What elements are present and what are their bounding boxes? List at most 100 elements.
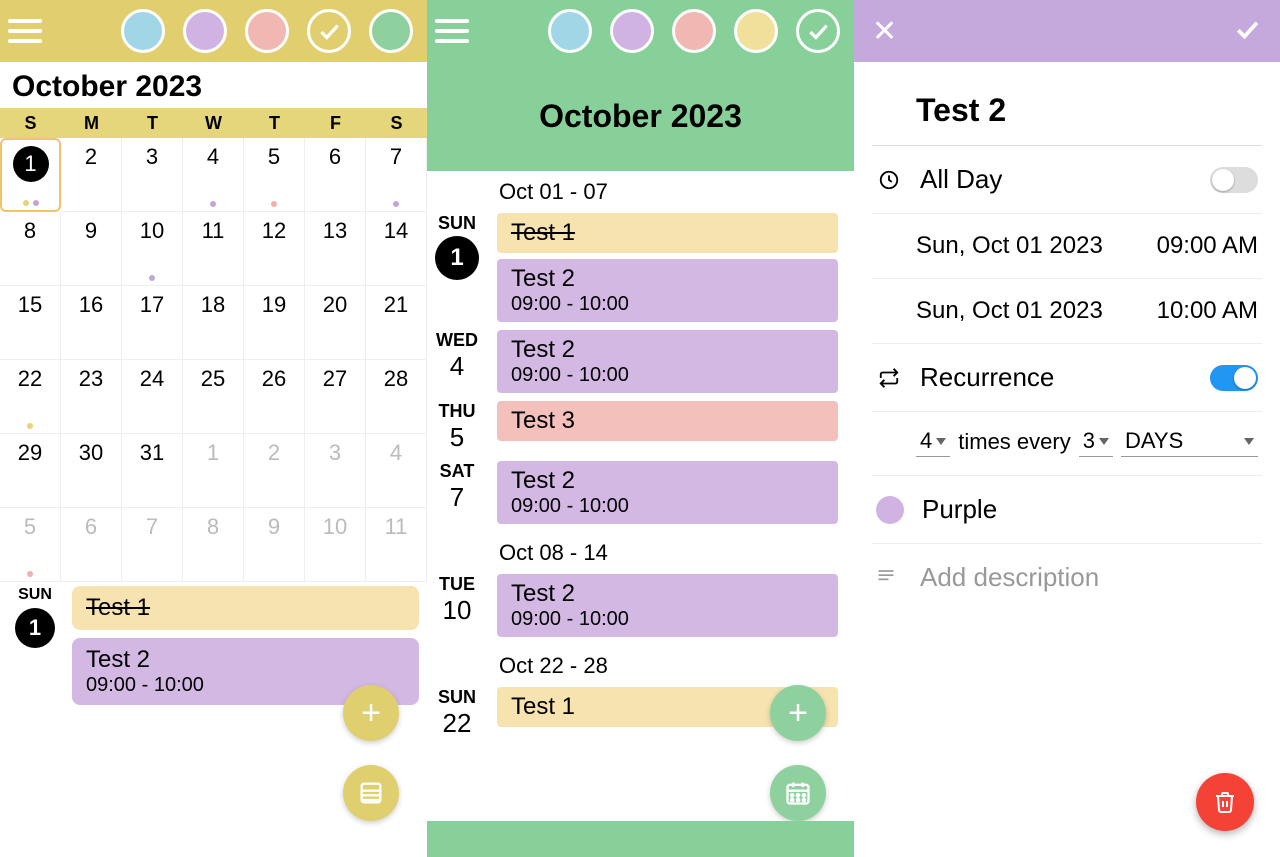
list-day-label: WED4 xyxy=(427,330,487,382)
event-card[interactable]: Test 209:00 - 10:00 xyxy=(497,330,838,393)
month-title[interactable]: October 2023 xyxy=(0,62,427,108)
calendar-cell[interactable]: 24 xyxy=(122,360,183,434)
week-range-label: Oct 22 - 28 xyxy=(427,645,838,687)
calendar-cell[interactable]: 16 xyxy=(61,286,122,360)
calendar-cell[interactable]: 19 xyxy=(244,286,305,360)
calendar-cell[interactable]: 28 xyxy=(366,360,427,434)
calendar-cell[interactable]: 25 xyxy=(183,360,244,434)
calendar-cell[interactable]: 9 xyxy=(244,508,305,582)
calendar-cell[interactable]: 15 xyxy=(0,286,61,360)
week-range-label: Oct 01 - 07 xyxy=(427,171,838,213)
calendar-cell[interactable]: 4 xyxy=(183,138,244,212)
detail-daynum: 1 xyxy=(15,608,55,648)
filter-dot-blue[interactable] xyxy=(121,9,165,53)
color-swatch xyxy=(876,496,904,524)
end-time[interactable]: 10:00 AM xyxy=(1157,297,1258,325)
calendar-cell[interactable]: 6 xyxy=(305,138,366,212)
filter-dot-blue[interactable] xyxy=(548,9,592,53)
calendar-cell[interactable]: 5 xyxy=(0,508,61,582)
add-event-fab[interactable]: + xyxy=(343,685,399,741)
description-row[interactable]: Add description xyxy=(872,544,1262,611)
start-datetime-row[interactable]: Sun, Oct 01 2023 09:00 AM xyxy=(872,214,1262,279)
add-event-fab[interactable]: + xyxy=(770,685,826,741)
calendar-cell[interactable]: 30 xyxy=(61,434,122,508)
end-date[interactable]: Sun, Oct 01 2023 xyxy=(916,297,1139,325)
filter-dot-pink[interactable] xyxy=(672,9,716,53)
calendar-cell[interactable]: 1 xyxy=(0,138,61,212)
event-card[interactable]: Test 1 xyxy=(497,213,838,253)
calendar-cell[interactable]: 26 xyxy=(244,360,305,434)
start-time[interactable]: 09:00 AM xyxy=(1157,232,1258,260)
calendar-cell[interactable]: 11 xyxy=(366,508,427,582)
calendar-cell[interactable]: 20 xyxy=(305,286,366,360)
calendar-cell[interactable]: 27 xyxy=(305,360,366,434)
event-card[interactable]: Test 209:00 - 10:00 xyxy=(497,461,838,524)
color-row[interactable]: Purple xyxy=(872,476,1262,544)
calendar-cell[interactable]: 2 xyxy=(244,434,305,508)
menu-icon[interactable] xyxy=(435,19,469,43)
recur-interval-dropdown[interactable]: 3 xyxy=(1079,426,1113,457)
calendar-cell[interactable]: 11 xyxy=(183,212,244,286)
calendar-cell[interactable]: 10 xyxy=(122,212,183,286)
month-view-header xyxy=(0,0,427,62)
calendar-cell[interactable]: 29 xyxy=(0,434,61,508)
confirm-icon[interactable] xyxy=(1232,14,1262,49)
calendar-cell[interactable]: 13 xyxy=(305,212,366,286)
calendar-cell[interactable]: 7 xyxy=(122,508,183,582)
recurrence-toggle[interactable] xyxy=(1210,365,1258,391)
calendar-cell[interactable]: 10 xyxy=(305,508,366,582)
calendar-cell[interactable]: 14 xyxy=(366,212,427,286)
calendar-cell[interactable]: 8 xyxy=(0,212,61,286)
calendar-cell[interactable]: 23 xyxy=(61,360,122,434)
calendar-cell[interactable]: 18 xyxy=(183,286,244,360)
event-title-field[interactable]: Test 2 xyxy=(872,84,1262,146)
calendar-cell[interactable]: 21 xyxy=(366,286,427,360)
list-day-label: THU5 xyxy=(427,401,487,453)
view-toggle-fab[interactable] xyxy=(343,765,399,821)
end-datetime-row[interactable]: Sun, Oct 01 2023 10:00 AM xyxy=(872,279,1262,344)
view-toggle-fab[interactable] xyxy=(770,765,826,821)
filter-dot-yellow[interactable] xyxy=(734,9,778,53)
calendar-cell[interactable]: 31 xyxy=(122,434,183,508)
event-card[interactable]: Test 3 xyxy=(497,401,838,441)
filter-dot-purple[interactable] xyxy=(610,9,654,53)
recur-count-dropdown[interactable]: 4 xyxy=(916,426,950,457)
calendar-cell[interactable]: 9 xyxy=(61,212,122,286)
next-month-peek[interactable] xyxy=(427,821,854,857)
calendar-cell[interactable]: 3 xyxy=(122,138,183,212)
filter-dot-pink[interactable] xyxy=(245,9,289,53)
detail-weekday: SUN xyxy=(8,586,62,604)
calendar-cell[interactable]: 2 xyxy=(61,138,122,212)
weekday-cell: M xyxy=(61,113,122,134)
calendar-cell[interactable]: 22 xyxy=(0,360,61,434)
filter-dot-selected[interactable] xyxy=(307,9,351,53)
category-filter-dots xyxy=(121,9,413,53)
recur-unit-dropdown[interactable]: DAYS xyxy=(1121,426,1258,457)
month-banner[interactable]: October 2023 xyxy=(427,62,854,171)
calendar-cell[interactable]: 8 xyxy=(183,508,244,582)
list-day-label: TUE10 xyxy=(427,574,487,626)
clock-icon xyxy=(876,169,902,191)
calendar-cell[interactable]: 5 xyxy=(244,138,305,212)
filter-dot-selected[interactable] xyxy=(796,9,840,53)
calendar-cell[interactable]: 12 xyxy=(244,212,305,286)
calendar-cell[interactable]: 7 xyxy=(366,138,427,212)
calendar-cell[interactable]: 6 xyxy=(61,508,122,582)
recur-interval-value: 3 xyxy=(1083,428,1095,454)
repeat-icon xyxy=(876,367,902,389)
filter-dot-green[interactable] xyxy=(369,9,413,53)
event-card[interactable]: Test 1 xyxy=(72,586,419,630)
menu-icon[interactable] xyxy=(8,19,42,43)
calendar-cell[interactable]: 4 xyxy=(366,434,427,508)
event-card[interactable]: Test 209:00 - 10:00 xyxy=(497,259,838,322)
all-day-toggle[interactable] xyxy=(1210,167,1258,193)
calendar-cell[interactable]: 17 xyxy=(122,286,183,360)
event-card[interactable]: Test 209:00 - 10:00 xyxy=(497,574,838,637)
calendar-cell[interactable]: 1 xyxy=(183,434,244,508)
calendar-cell[interactable]: 3 xyxy=(305,434,366,508)
start-date[interactable]: Sun, Oct 01 2023 xyxy=(916,232,1139,260)
delete-event-fab[interactable] xyxy=(1196,773,1254,831)
close-icon[interactable]: ✕ xyxy=(872,14,897,49)
list-day-label: SAT7 xyxy=(427,461,487,513)
filter-dot-purple[interactable] xyxy=(183,9,227,53)
